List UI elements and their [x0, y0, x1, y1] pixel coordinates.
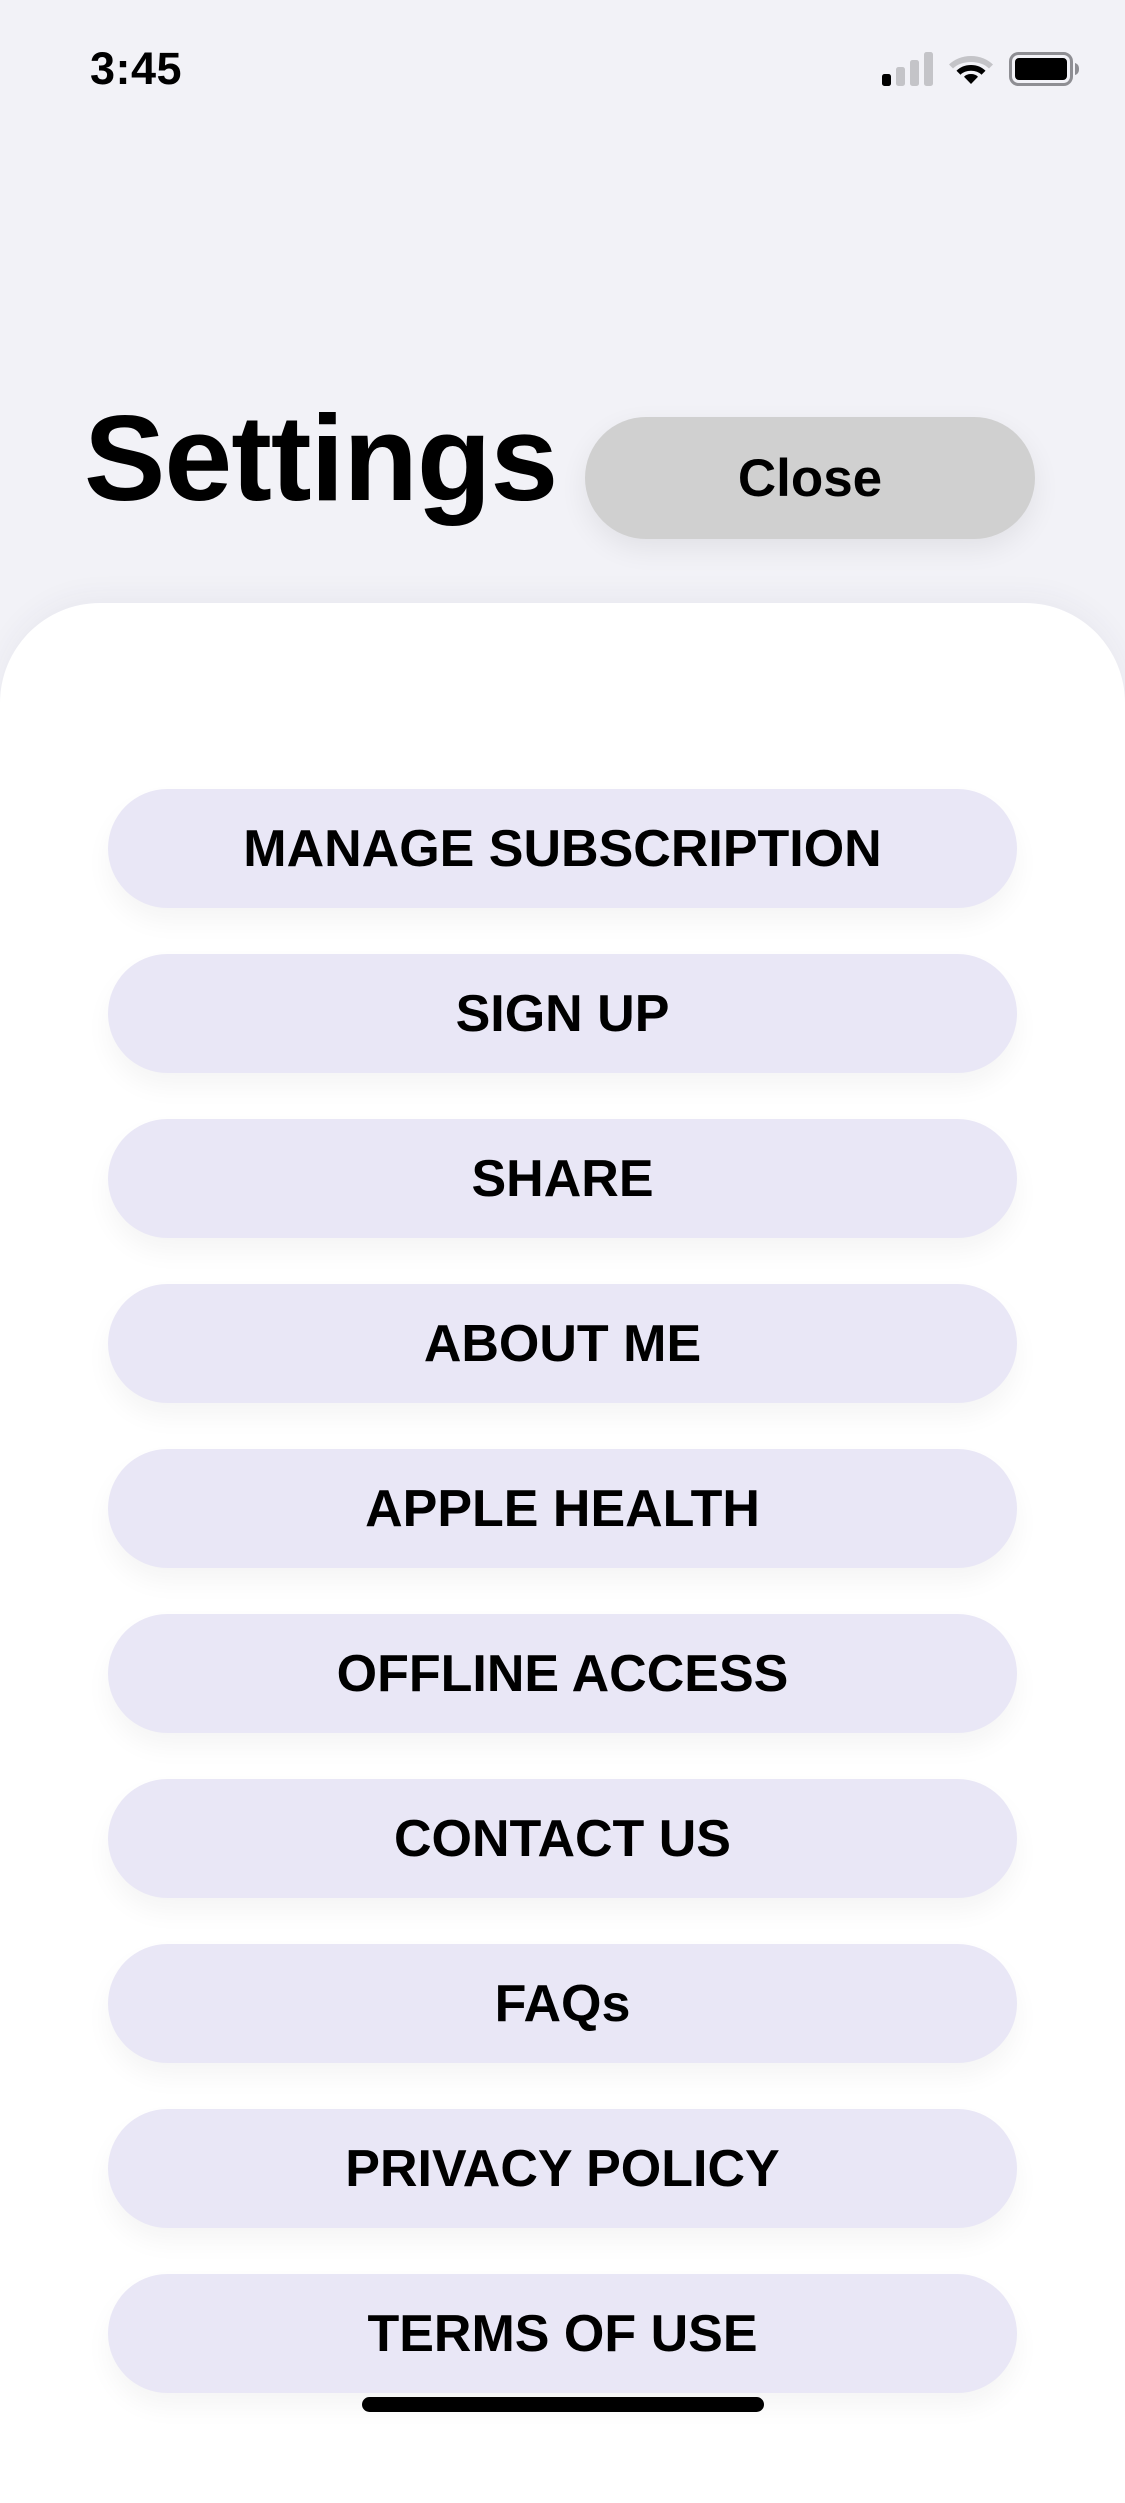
wifi-icon [949, 56, 993, 84]
offline-access-button[interactable]: OFFLINE ACCESS [108, 1614, 1017, 1733]
home-indicator[interactable] [362, 2397, 764, 2412]
terms-of-use-button[interactable]: TERMS OF USE [108, 2274, 1017, 2393]
settings-sheet: MANAGE SUBSCRIPTION SIGN UP SHARE ABOUT … [0, 603, 1125, 2503]
faqs-button[interactable]: FAQs [108, 1944, 1017, 2063]
battery-icon [1009, 52, 1079, 86]
about-me-button[interactable]: ABOUT ME [108, 1284, 1017, 1403]
cellular-signal-icon [882, 52, 933, 86]
status-time: 3:45 [90, 43, 183, 94]
contact-us-button[interactable]: CONTACT US [108, 1779, 1017, 1898]
close-button[interactable]: Close [585, 417, 1035, 539]
privacy-policy-button[interactable]: PRIVACY POLICY [108, 2109, 1017, 2228]
status-icons [880, 52, 1085, 86]
page-title: Settings [84, 390, 558, 526]
share-button[interactable]: SHARE [108, 1119, 1017, 1238]
apple-health-button[interactable]: APPLE HEALTH [108, 1449, 1017, 1568]
settings-menu: MANAGE SUBSCRIPTION SIGN UP SHARE ABOUT … [108, 789, 1017, 2439]
manage-subscription-button[interactable]: MANAGE SUBSCRIPTION [108, 789, 1017, 908]
sign-up-button[interactable]: SIGN UP [108, 954, 1017, 1073]
